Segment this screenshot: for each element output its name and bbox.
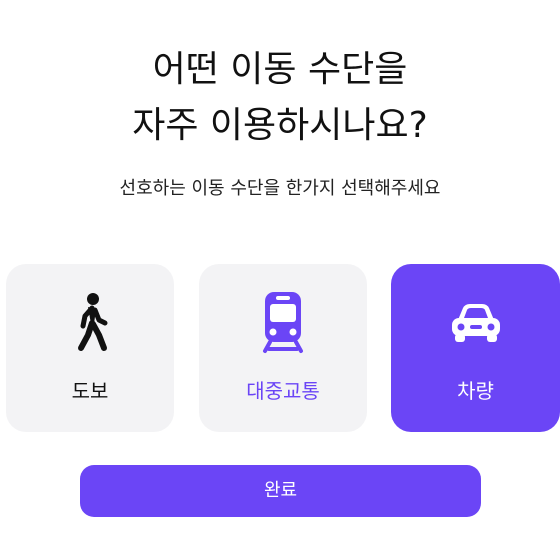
option-card-walk[interactable]: 도보 <box>6 264 174 432</box>
option-label-transit: 대중교통 <box>246 379 320 403</box>
page-title: 어떤 이동 수단을 자주 이용하시나요? <box>0 42 560 154</box>
option-card-car[interactable]: 차량 <box>391 264 560 432</box>
walking-person-icon <box>78 293 108 351</box>
option-label-car: 차량 <box>457 379 494 403</box>
car-icon <box>451 304 500 342</box>
done-button[interactable]: 완료 <box>80 465 481 517</box>
title-line-2: 자주 이용하시나요? <box>132 105 428 146</box>
page-subtitle: 선호하는 이동 수단을 한가지 선택해주세요 <box>119 178 441 199</box>
train-icon <box>263 292 303 353</box>
transport-preference-screen: 어떤 이동 수단을 자주 이용하시나요? 선호하는 이동 수단을 한가지 선택해… <box>0 0 560 560</box>
title-line-1: 어떤 이동 수단을 <box>152 49 408 90</box>
option-card-transit[interactable]: 대중교통 <box>199 264 367 432</box>
option-label-walk: 도보 <box>71 379 109 403</box>
